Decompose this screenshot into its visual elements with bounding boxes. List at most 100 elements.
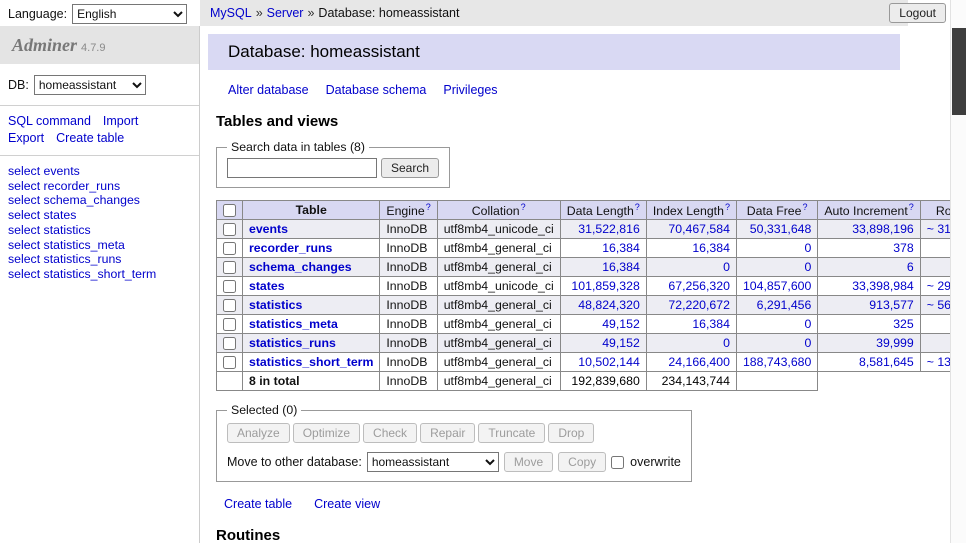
table-select-link[interactable]: select events bbox=[8, 164, 80, 178]
row-checkbox[interactable] bbox=[223, 223, 236, 236]
rows-link[interactable]: ~ 136,108 bbox=[927, 355, 950, 369]
table-name-link[interactable]: statistics_meta bbox=[249, 317, 338, 331]
table-select-link[interactable]: select schema_changes bbox=[8, 193, 140, 207]
create-view-link[interactable]: Create view bbox=[314, 497, 380, 511]
auto-increment-link[interactable]: 378 bbox=[893, 241, 914, 255]
totals-row: 8 in totalInnoDButf8mb4_general_ci192,83… bbox=[217, 372, 951, 391]
table-name-link[interactable]: statistics_short_term bbox=[249, 355, 373, 369]
data-free-link[interactable]: 0 bbox=[805, 317, 812, 331]
table-name-link[interactable]: states bbox=[249, 279, 285, 293]
auto-increment-link[interactable]: 913,577 bbox=[869, 298, 913, 312]
row-checkbox[interactable] bbox=[223, 299, 236, 312]
overwrite-checkbox[interactable] bbox=[611, 456, 624, 469]
data-free-link[interactable]: 0 bbox=[805, 336, 812, 350]
data-free-link[interactable]: 6,291,456 bbox=[757, 298, 812, 312]
table-select-link[interactable]: select statistics bbox=[8, 223, 91, 237]
index-length-link[interactable]: 0 bbox=[723, 260, 730, 274]
auto-increment-link[interactable]: 33,898,196 bbox=[852, 222, 914, 236]
privileges-link[interactable]: Privileges bbox=[443, 83, 497, 97]
data-length-link[interactable]: 101,859,328 bbox=[571, 279, 639, 293]
select-all-checkbox[interactable] bbox=[223, 204, 236, 217]
create-table-link[interactable]: Create table bbox=[56, 131, 124, 145]
create-table-link[interactable]: Create table bbox=[224, 497, 292, 511]
move-db-select[interactable]: homeassistant bbox=[367, 452, 499, 472]
help-link[interactable]: ? bbox=[802, 202, 807, 212]
row-checkbox[interactable] bbox=[223, 242, 236, 255]
rows-link[interactable]: ~ 299,833 bbox=[927, 279, 950, 293]
data-free-link[interactable]: 104,857,600 bbox=[743, 279, 811, 293]
help-link[interactable]: ? bbox=[521, 202, 526, 212]
auto-increment-link[interactable]: 8,581,645 bbox=[859, 355, 914, 369]
auto-increment-link[interactable]: 33,398,984 bbox=[852, 279, 914, 293]
import-link[interactable]: Import bbox=[103, 114, 138, 128]
engine-cell: InnoDB bbox=[380, 220, 437, 239]
help-link[interactable]: ? bbox=[426, 202, 431, 212]
auto-increment-link[interactable]: 6 bbox=[907, 260, 914, 274]
data-free-link[interactable]: 50,331,648 bbox=[750, 222, 812, 236]
alter-database-link[interactable]: Alter database bbox=[228, 83, 309, 97]
table-name-link[interactable]: statistics bbox=[249, 298, 302, 312]
db-select[interactable]: homeassistant bbox=[34, 75, 146, 95]
index-length-link[interactable]: 70,467,584 bbox=[668, 222, 730, 236]
table-select-link[interactable]: select statistics_short_term bbox=[8, 267, 156, 281]
index-length-link[interactable]: 72,220,672 bbox=[668, 298, 730, 312]
language-select[interactable]: English bbox=[72, 4, 187, 24]
data-length-link[interactable]: 16,384 bbox=[602, 241, 640, 255]
breadcrumb-server-link[interactable]: Server bbox=[267, 6, 304, 20]
database-schema-link[interactable]: Database schema bbox=[326, 83, 427, 97]
repair-button[interactable]: Repair bbox=[420, 423, 475, 443]
index-length-link[interactable]: 16,384 bbox=[692, 241, 730, 255]
data-length-link[interactable]: 10,502,144 bbox=[578, 355, 640, 369]
row-checkbox[interactable] bbox=[223, 337, 236, 350]
optimize-button[interactable]: Optimize bbox=[293, 423, 360, 443]
move-button[interactable]: Move bbox=[504, 452, 553, 472]
data-free-cell: 104,857,600 bbox=[736, 277, 817, 296]
row-checkbox[interactable] bbox=[223, 356, 236, 369]
table-select-link[interactable]: select states bbox=[8, 208, 76, 222]
collation-cell: utf8mb4_unicode_ci bbox=[437, 277, 560, 296]
row-checkbox[interactable] bbox=[223, 280, 236, 293]
row-checkbox[interactable] bbox=[223, 318, 236, 331]
table-name-link[interactable]: recorder_runs bbox=[249, 241, 332, 255]
table-name-link[interactable]: events bbox=[249, 222, 288, 236]
scrollbar-thumb[interactable] bbox=[952, 28, 966, 115]
data-length-link[interactable]: 49,152 bbox=[602, 317, 640, 331]
rows-link[interactable]: ~ 312,180 bbox=[927, 222, 950, 236]
data-free-cell: 0 bbox=[736, 239, 817, 258]
auto-increment-link[interactable]: 39,999 bbox=[876, 336, 914, 350]
auto-increment-link[interactable]: 325 bbox=[893, 317, 914, 331]
search-button[interactable]: Search bbox=[381, 158, 439, 178]
scrollbar[interactable] bbox=[950, 0, 966, 543]
data-length-link[interactable]: 31,522,816 bbox=[578, 222, 640, 236]
table-name-link[interactable]: schema_changes bbox=[249, 260, 352, 274]
export-link[interactable]: Export bbox=[8, 131, 44, 145]
table-name-link[interactable]: statistics_runs bbox=[249, 336, 336, 350]
data-length-link[interactable]: 49,152 bbox=[602, 336, 640, 350]
copy-button[interactable]: Copy bbox=[558, 452, 606, 472]
index-length-link[interactable]: 16,384 bbox=[692, 317, 730, 331]
breadcrumb-mysql-link[interactable]: MySQL bbox=[210, 6, 252, 20]
help-link[interactable]: ? bbox=[635, 202, 640, 212]
table-select-link[interactable]: select recorder_runs bbox=[8, 179, 120, 193]
index-length-link[interactable]: 0 bbox=[723, 336, 730, 350]
index-length-link[interactable]: 24,166,400 bbox=[668, 355, 730, 369]
table-select-link[interactable]: select statistics_runs bbox=[8, 252, 121, 266]
drop-button[interactable]: Drop bbox=[548, 423, 594, 443]
index-length-link[interactable]: 67,256,320 bbox=[668, 279, 730, 293]
rows-link[interactable]: ~ 569,159 bbox=[927, 298, 950, 312]
truncate-button[interactable]: Truncate bbox=[478, 423, 545, 443]
data-free-link[interactable]: 0 bbox=[805, 260, 812, 274]
table-select-link[interactable]: select statistics_meta bbox=[8, 238, 125, 252]
data-free-link[interactable]: 0 bbox=[805, 241, 812, 255]
data-length-link[interactable]: 48,824,320 bbox=[578, 298, 640, 312]
check-button[interactable]: Check bbox=[363, 423, 417, 443]
data-length-link[interactable]: 16,384 bbox=[602, 260, 640, 274]
help-link[interactable]: ? bbox=[725, 202, 730, 212]
row-checkbox[interactable] bbox=[223, 261, 236, 274]
analyze-button[interactable]: Analyze bbox=[227, 423, 290, 443]
search-input[interactable] bbox=[227, 158, 377, 178]
sql-command-link[interactable]: SQL command bbox=[8, 114, 91, 128]
data-free-link[interactable]: 188,743,680 bbox=[743, 355, 811, 369]
logout-button[interactable]: Logout bbox=[889, 3, 946, 23]
help-link[interactable]: ? bbox=[909, 202, 914, 212]
